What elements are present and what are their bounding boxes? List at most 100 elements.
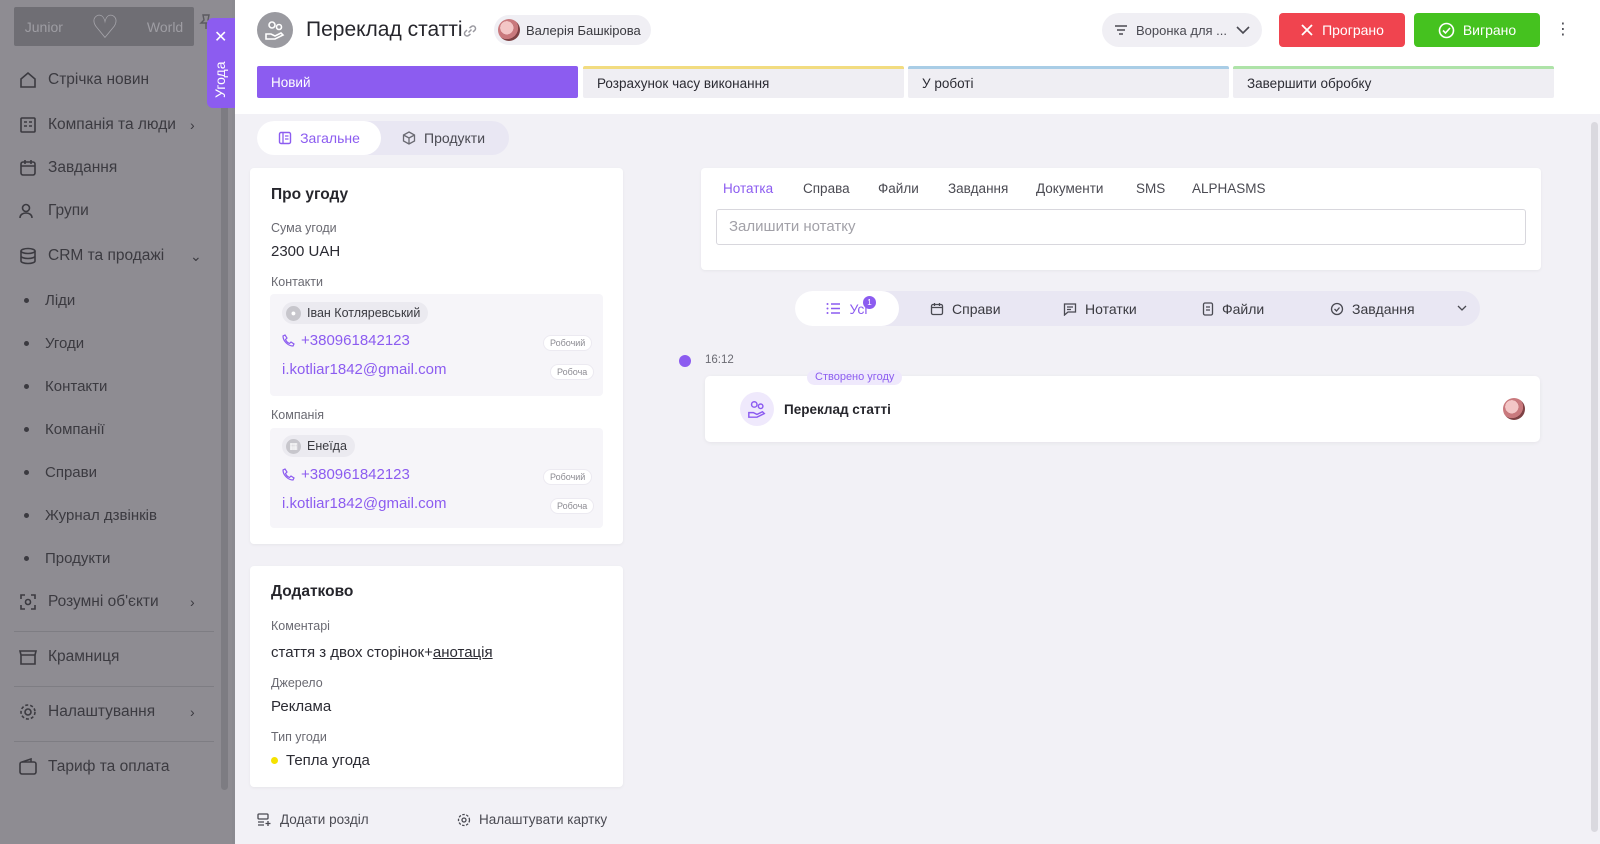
sidebar-item-label: Стрічка новин (48, 71, 150, 88)
source-value[interactable]: Реклама (271, 698, 331, 715)
won-button-label: Виграно (1462, 22, 1517, 38)
company-email-link[interactable]: i.kotliar1842@gmail.com (282, 495, 446, 512)
filter-tasks[interactable]: Завдання (1330, 291, 1415, 326)
stage-estimate[interactable]: Розрахунок часу виконання (583, 66, 904, 98)
comments-value[interactable]: стаття з двох сторінок+анотація (271, 644, 493, 661)
deal-type-value[interactable]: Тепла угода (271, 752, 370, 769)
comments-link[interactable]: анотація (433, 644, 493, 661)
tab-note[interactable]: Нотатка (723, 181, 773, 196)
sidebar-subitem-companies[interactable]: Компанії (24, 421, 105, 438)
sidebar-subitem-contacts[interactable]: Контакти (24, 378, 107, 395)
calendar-icon (18, 158, 38, 178)
sidebar-item-smart-objects[interactable]: Розумні об'єкти › (18, 592, 195, 612)
check-circle-icon (1438, 22, 1455, 39)
contact-email-link[interactable]: i.kotliar1842@gmail.com (282, 361, 446, 378)
company-icon: ▦ (286, 438, 301, 454)
tab-label: Загальне (300, 130, 360, 146)
sidebar-item-tasks[interactable]: Завдання (18, 158, 117, 178)
sidebar-item-store[interactable]: Крамниця (18, 647, 119, 667)
sidebar-subitem-call-log[interactable]: Журнал дзвінків (24, 507, 157, 524)
funnel-select[interactable]: Воронка для ... (1102, 13, 1262, 47)
home-icon (18, 70, 38, 90)
contact-chip[interactable]: ● Іван Котляревський (282, 302, 429, 324)
filter-label: Файли (1222, 300, 1265, 317)
sidebar-item-billing[interactable]: Тариф та оплата (18, 757, 169, 777)
stage-finish[interactable]: Завершити обробку (1233, 66, 1554, 98)
tab-alphasms[interactable]: ALPHASMS (1192, 181, 1266, 196)
company-chip[interactable]: ▦ Енеїда (282, 435, 355, 457)
sidebar-item-label: Компанія та люди (48, 116, 176, 133)
deal-header: Переклад статті Валерія Башкірова Воронк… (235, 0, 1600, 114)
email-type-tag: Робоча (550, 364, 595, 380)
logo-text-right: World (146, 18, 184, 35)
amount-value[interactable]: 2300 UAH (271, 243, 340, 260)
filter-notes[interactable]: Нотатки (1063, 291, 1137, 326)
sidebar-subitem-activities[interactable]: Справи (24, 464, 97, 481)
lost-button[interactable]: Програно (1279, 13, 1405, 47)
tab-general[interactable]: Загальне (257, 121, 381, 155)
bullet (24, 470, 29, 475)
sidebar-subitem-label: Контакти (45, 378, 108, 395)
note-input[interactable]: Залишити нотатку (716, 209, 1526, 245)
chevron-down-icon (1457, 305, 1467, 312)
sidebar-subitem-products[interactable]: Продукти (24, 550, 110, 567)
sidebar-item-settings[interactable]: Налаштування › (18, 702, 195, 722)
sidebar-item-label: Налаштування (48, 703, 156, 720)
tab-activity[interactable]: Справа (803, 181, 850, 196)
logo[interactable]: Junior ♡ World (14, 7, 194, 46)
sidebar-item-company[interactable]: Компанія та люди › (18, 115, 195, 135)
filter-activities[interactable]: Справи (930, 291, 1001, 326)
configure-card-button[interactable]: Налаштувати картку (457, 812, 607, 827)
contact-phone: +380961842123 (301, 332, 410, 349)
tab-sms[interactable]: SMS (1136, 181, 1165, 196)
filters-expand[interactable] (1457, 291, 1467, 326)
phone-type-tag: Робочий (543, 335, 593, 351)
comments-label: Коментарі (271, 619, 330, 633)
stage-in-progress[interactable]: У роботі (908, 66, 1229, 98)
owner-chip[interactable]: Валерія Башкірова (494, 15, 651, 45)
timeline-filters: Усі 1 Справи Нотатки Файли Завдання (795, 291, 1480, 326)
main-scrollbar[interactable] (1591, 122, 1598, 832)
tab-tasks[interactable]: Завдання (948, 181, 1008, 196)
sidebar-item-news[interactable]: Стрічка новин (18, 70, 149, 90)
timeline-time: 16:12 (705, 354, 734, 366)
bullet (24, 427, 29, 432)
company-box: ▦ Енеїда +380961842123 Робочий i.kotliar… (270, 428, 603, 528)
timeline-entry[interactable]: Переклад статті (705, 376, 1540, 442)
list-icon (826, 302, 841, 315)
contact-phone-link[interactable]: +380961842123 (282, 332, 410, 349)
company-name: Енеїда (307, 439, 347, 453)
sidebar-subitem-label: Продукти (45, 550, 111, 567)
chevron-down-icon: ⌄ (190, 247, 202, 264)
filter-all[interactable]: Усі 1 (795, 291, 899, 326)
close-icon[interactable]: ✕ (214, 30, 227, 46)
sidebar-item-groups[interactable]: Групи (18, 201, 89, 221)
sidebar-subitem-leads[interactable]: Ліди (24, 292, 75, 309)
sidebar-scrollbar[interactable] (221, 60, 228, 790)
tab-products[interactable]: Продукти (402, 121, 485, 155)
timeline-entry-title: Переклад статті (784, 402, 891, 417)
sidebar-item-label: CRM та продажі (48, 247, 165, 264)
funnel-value: Воронка для ... (1136, 22, 1228, 38)
stage-new[interactable]: Новий (257, 66, 578, 98)
company-label: Компанія (271, 408, 324, 422)
add-section-button[interactable]: Додати розділ (257, 812, 369, 827)
filter-label: Завдання (1352, 300, 1415, 317)
won-button[interactable]: Виграно (1414, 13, 1540, 47)
tab-files[interactable]: Файли (878, 181, 919, 196)
deal-type-label: Тип угоди (271, 730, 327, 744)
timeline-dot (679, 355, 691, 367)
deal-handshake-icon (740, 392, 774, 426)
more-menu-icon[interactable]: ⋮ (1555, 19, 1571, 41)
card-title: Додатково (271, 583, 354, 600)
tab-documents[interactable]: Документи (1036, 181, 1103, 196)
sidebar-subitem-deals[interactable]: Угоди (24, 335, 84, 352)
filter-files[interactable]: Файли (1202, 291, 1264, 326)
link-icon[interactable] (461, 22, 479, 40)
deal-side-tab[interactable]: ✕ Угода (207, 18, 235, 108)
chevron-right-icon: › (190, 117, 195, 133)
sidebar-item-label: Крамниця (48, 648, 120, 665)
deal-type-text: Тепла угода (286, 752, 370, 769)
sidebar-item-crm[interactable]: CRM та продажі ⌄ (18, 246, 202, 266)
company-phone-link[interactable]: +380961842123 (282, 466, 410, 483)
